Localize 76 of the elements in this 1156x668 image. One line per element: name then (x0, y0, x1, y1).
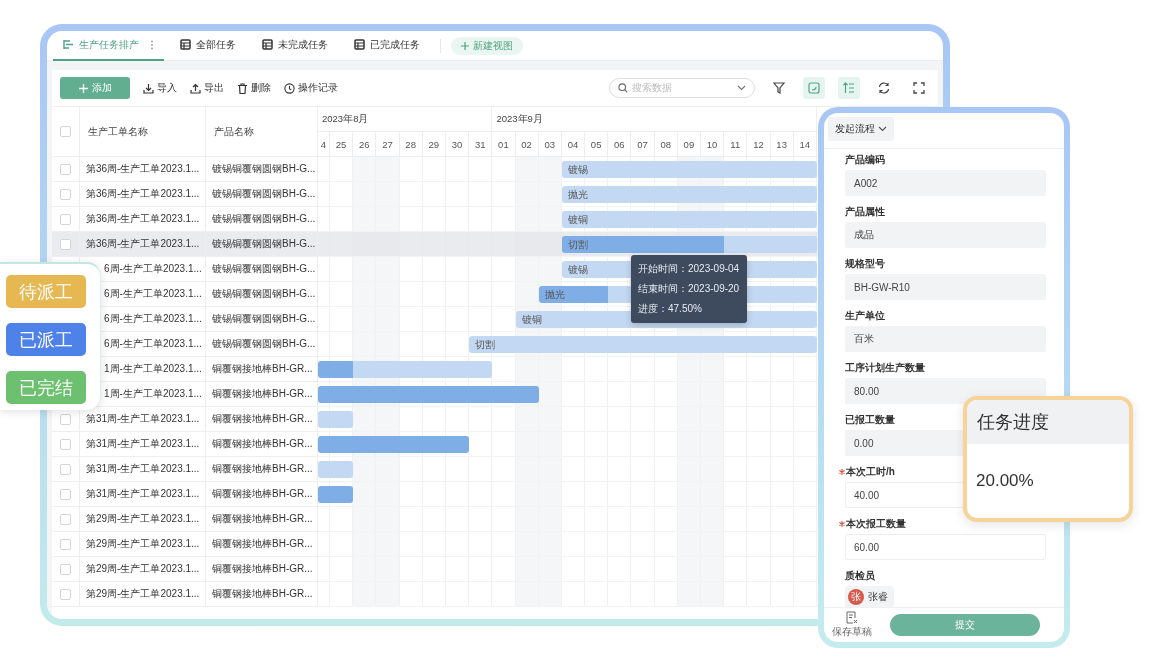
day-label: 06 (614, 138, 625, 150)
day-label: 05 (590, 138, 602, 150)
table-cell: 铜覆钢接地棒BH-GR... (212, 587, 313, 601)
day-label: 28 (405, 138, 416, 150)
month-label: 2023年8月 (322, 112, 369, 126)
day-label: 11 (730, 138, 741, 150)
field-label: 已报工数量 (845, 413, 895, 427)
day-label: 08 (660, 138, 671, 150)
table-cell: 1周-生产工单2023.1... (104, 362, 202, 376)
day-label: 25 (335, 138, 347, 150)
field-label: 本次工时/h (846, 465, 895, 479)
field-label: 工序计划生产数量 (845, 361, 925, 375)
field-label: 产品编码 (845, 153, 885, 167)
table-cell: 第31周-生产工单2023.1... (86, 462, 200, 476)
table-cell: 镀锡铜覆钢圆钢BH-G... (212, 287, 316, 301)
table-cell: 铜覆钢接地棒BH-GR... (212, 437, 313, 451)
table-cell: 铜覆钢接地棒BH-GR... (212, 562, 313, 576)
table-cell: 铜覆钢接地棒BH-GR... (212, 387, 313, 401)
day-label: 13 (776, 138, 787, 150)
table-cell: 第31周-生产工单2023.1... (86, 437, 200, 451)
status-badge: 已派工 (6, 323, 86, 356)
table-cell: 6周-生产工单2023.1... (104, 337, 202, 351)
day-label: 07 (637, 138, 648, 150)
table-cell: 第36周-生产工单2023.1... (86, 187, 200, 201)
table-cell: 1周-生产工单2023.1... (104, 387, 202, 401)
table-cell: 第29周-生产工单2023.1... (86, 537, 200, 551)
table-cell: 第29周-生产工单2023.1... (86, 562, 200, 576)
table-cell: 镀锡铜覆钢圆钢BH-G... (212, 237, 316, 251)
day-label: 12 (753, 138, 764, 150)
day-label: 01 (498, 138, 509, 150)
table-cell: 铜覆钢接地棒BH-GR... (212, 487, 313, 501)
field-label: 规格型号 (845, 257, 885, 271)
day-label: 02 (521, 138, 532, 150)
tooltip: 开始时间：2023-09-04 结束时间：2023-09-20 进度：47.50% (631, 255, 748, 323)
field-label: 质检员 (845, 569, 875, 583)
table-cell: 镀锡铜覆钢圆钢BH-G... (212, 312, 316, 326)
table-cell: 铜覆钢接地棒BH-GR... (212, 537, 313, 551)
table-cell: 第29周-生产工单2023.1... (86, 587, 200, 601)
table-cell: 镀锡铜覆钢圆钢BH-G... (212, 262, 316, 276)
table-cell: 铜覆钢接地棒BH-GR... (212, 462, 313, 476)
table-cell: 6周-生产工单2023.1... (104, 262, 202, 276)
table-cell: 6周-生产工单2023.1... (104, 287, 202, 301)
table-cell: 第36周-生产工单2023.1... (86, 162, 200, 176)
day-label: 31 (474, 138, 486, 150)
field-label: 本次报工数量 (846, 517, 906, 531)
day-label: 4 (320, 138, 327, 150)
table-cell: 第36周-生产工单2023.1... (86, 237, 200, 251)
day-label: 30 (451, 138, 463, 150)
table-cell: 镀锡铜覆钢圆钢BH-G... (212, 162, 316, 176)
column-header: 生产工单名称 (88, 124, 148, 139)
table-cell: 第31周-生产工单2023.1... (86, 412, 200, 426)
table-cell: 铜覆钢接地棒BH-GR... (212, 512, 313, 526)
day-label: 04 (567, 138, 579, 150)
field-label: 生产单位 (845, 309, 885, 323)
day-label: 14 (799, 138, 811, 150)
table-cell: 第31周-生产工单2023.1... (86, 487, 200, 501)
day-label: 29 (428, 138, 440, 150)
field-label: 产品属性 (845, 205, 885, 219)
table-cell: 铜覆钢接地棒BH-GR... (212, 412, 313, 426)
table-cell: 第29周-生产工单2023.1... (86, 512, 200, 526)
table-cell: 6周-生产工单2023.1... (104, 312, 202, 326)
table-cell: 镀锡铜覆钢圆钢BH-G... (212, 187, 316, 201)
status-badge: 已完结 (6, 371, 86, 404)
day-label: 09 (683, 138, 695, 150)
day-label: 03 (544, 138, 556, 150)
status-badge: 待派工 (6, 275, 86, 308)
column-header: 产品名称 (214, 124, 254, 139)
month-label: 2023年9月 (496, 112, 543, 126)
day-label: 26 (359, 138, 370, 150)
day-label: 27 (382, 138, 393, 150)
table-cell: 镀锡铜覆钢圆钢BH-G... (212, 212, 316, 226)
table-cell: 镀锡铜覆钢圆钢BH-G... (212, 337, 316, 351)
table-cell: 铜覆钢接地棒BH-GR... (212, 362, 313, 376)
avatar: 张 (848, 589, 864, 605)
day-label: 10 (706, 138, 718, 150)
table-cell: 第36周-生产工单2023.1... (86, 212, 200, 226)
